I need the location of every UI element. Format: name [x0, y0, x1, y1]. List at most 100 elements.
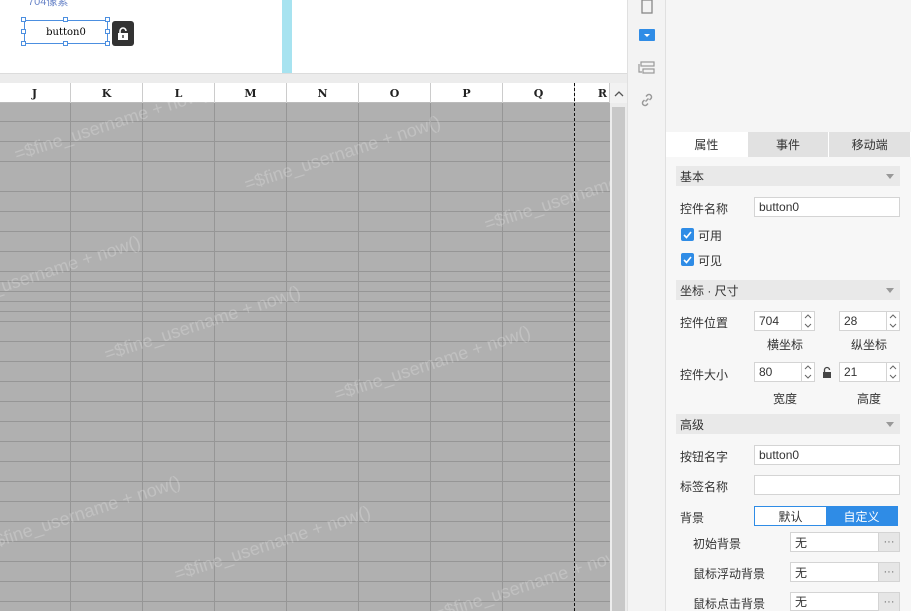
- decrement-button[interactable]: [802, 372, 814, 381]
- more-button[interactable]: ···: [878, 562, 900, 582]
- chevron-up-icon: [804, 365, 812, 370]
- chevron-up-icon: [889, 365, 897, 370]
- toolbar-item[interactable]: [634, 55, 660, 81]
- check-icon: [683, 230, 692, 239]
- more-button[interactable]: ···: [878, 532, 900, 552]
- bg-default-option[interactable]: 默认: [755, 507, 826, 525]
- column-header-cell[interactable]: P: [431, 83, 503, 103]
- increment-button[interactable]: [802, 363, 814, 372]
- toolbar-item[interactable]: [634, 87, 660, 113]
- column-header-cell[interactable]: L: [143, 83, 215, 103]
- unlock-button[interactable]: [112, 21, 134, 46]
- resize-handle[interactable]: [21, 41, 26, 46]
- toolbar-item[interactable]: [634, 22, 660, 48]
- section-title: 高级: [680, 417, 705, 432]
- resize-handle[interactable]: [21, 29, 26, 34]
- column-header-cell[interactable]: K: [71, 83, 143, 103]
- increment-button[interactable]: [802, 312, 814, 321]
- width-value: 80: [759, 365, 773, 379]
- ellipsis-icon: ···: [883, 566, 895, 578]
- chevron-down-icon: [889, 374, 897, 379]
- cell-grid[interactable]: [0, 103, 610, 611]
- layers-icon: [638, 61, 655, 74]
- bg-custom-option[interactable]: 自定义: [826, 507, 897, 525]
- tab-mobile[interactable]: 移动端: [829, 132, 911, 157]
- sheet-scrollbar[interactable]: [610, 103, 627, 611]
- widget-name-label: 控件名称: [680, 202, 729, 216]
- button-name-field[interactable]: button0: [754, 445, 900, 465]
- visible-label: 可见: [698, 254, 723, 268]
- unlock-icon: [118, 26, 128, 40]
- scroll-up-button[interactable]: [610, 83, 627, 103]
- design-canvas[interactable]: 704像素 button0: [0, 0, 627, 73]
- spreadsheet[interactable]: J K L M N O P Q R =$fine_username + now(…: [0, 83, 627, 611]
- initial-bg-value: 无: [795, 535, 808, 550]
- resize-handle[interactable]: [63, 17, 68, 22]
- column-header-cell[interactable]: O: [359, 83, 431, 103]
- chevron-up-icon: [614, 90, 623, 96]
- toolbar-item[interactable]: [634, 0, 660, 20]
- hover-bg-value: 无: [795, 565, 808, 580]
- initial-bg-field[interactable]: 无 ···: [790, 532, 900, 552]
- chevron-up-icon: [889, 314, 897, 319]
- background-label: 背景: [680, 511, 705, 525]
- tag-name-label: 标签名称: [680, 480, 729, 494]
- link-icon: [641, 93, 653, 107]
- hover-bg-field[interactable]: 无 ···: [790, 562, 900, 582]
- click-bg-field[interactable]: 无 ···: [790, 592, 900, 611]
- initial-bg-label: 初始背景: [693, 537, 742, 551]
- y-caption: 纵坐标: [851, 338, 888, 352]
- width-stepper[interactable]: 80: [754, 362, 815, 382]
- resize-handle[interactable]: [105, 17, 110, 22]
- resize-handle[interactable]: [105, 41, 110, 46]
- column-header-cell[interactable]: M: [215, 83, 287, 103]
- chevron-down-icon: [886, 422, 894, 427]
- y-position-stepper[interactable]: 28: [839, 311, 900, 331]
- section-advanced[interactable]: 高级: [676, 414, 900, 434]
- chevron-down-icon: [886, 174, 894, 179]
- enabled-label: 可用: [698, 229, 723, 243]
- scrollbar-thumb[interactable]: [612, 107, 625, 611]
- height-stepper[interactable]: 21: [839, 362, 900, 382]
- ellipsis-icon: ···: [883, 536, 895, 548]
- enabled-checkbox[interactable]: [681, 228, 694, 241]
- aspect-lock-button[interactable]: [822, 366, 832, 382]
- check-icon: [683, 255, 692, 264]
- tab-events[interactable]: 事件: [748, 132, 830, 157]
- size-label: 控件大小: [680, 368, 729, 382]
- resize-handle[interactable]: [21, 17, 26, 22]
- column-header-cell[interactable]: J: [0, 83, 71, 103]
- section-title: 坐标 · 尺寸: [680, 283, 739, 298]
- visible-checkbox[interactable]: [681, 253, 694, 266]
- page-break-line: [574, 83, 575, 611]
- background-mode-toggle: 默认 自定义: [754, 506, 898, 526]
- panel-top-area: [666, 0, 911, 132]
- tab-attributes[interactable]: 属性: [666, 132, 748, 157]
- section-geometry[interactable]: 坐标 · 尺寸: [676, 280, 900, 300]
- more-button[interactable]: ···: [878, 592, 900, 611]
- ellipsis-icon: ···: [883, 596, 895, 608]
- click-bg-value: 无: [795, 595, 808, 609]
- decrement-button[interactable]: [887, 372, 899, 381]
- decrement-button[interactable]: [887, 321, 899, 330]
- increment-button[interactable]: [887, 363, 899, 372]
- column-header-cell[interactable]: Q: [503, 83, 575, 103]
- canvas-scrollbar[interactable]: [282, 0, 292, 73]
- resize-handle[interactable]: [63, 41, 68, 46]
- section-title: 基本: [680, 169, 705, 184]
- increment-button[interactable]: [887, 312, 899, 321]
- x-position-stepper[interactable]: 704: [754, 311, 815, 331]
- section-basic[interactable]: 基本: [676, 166, 900, 186]
- button-name-label: 按钮名字: [680, 450, 729, 464]
- tag-name-field[interactable]: [754, 475, 900, 495]
- column-header-cell[interactable]: N: [287, 83, 359, 103]
- chevron-down-icon: [804, 323, 812, 328]
- chevron-up-icon: [804, 314, 812, 319]
- dropdown-widget-icon: [639, 29, 655, 41]
- widget-toolbar: [627, 0, 666, 611]
- column-header-cell[interactable]: R: [575, 83, 610, 103]
- widget-name-field[interactable]: button0: [754, 197, 900, 217]
- resize-handle[interactable]: [105, 29, 110, 34]
- decrement-button[interactable]: [802, 321, 814, 330]
- position-hint: 704像素: [28, 0, 69, 8]
